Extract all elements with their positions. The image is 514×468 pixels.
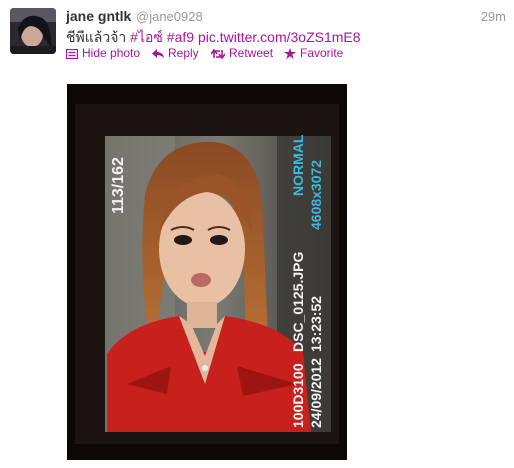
- quality-text: NORMAL: [290, 134, 306, 196]
- photo-link[interactable]: pic.twitter.com/3oZS1mE8: [198, 29, 361, 45]
- avatar[interactable]: [10, 8, 56, 54]
- retweet-label: Retweet: [229, 46, 274, 60]
- reply-button[interactable]: Reply: [152, 46, 199, 60]
- hashtag-link[interactable]: #ไอซ์: [130, 29, 163, 45]
- photo-icon: [65, 48, 79, 60]
- retweet-icon: [210, 48, 226, 60]
- capture-time-text: 13:23:52: [308, 296, 324, 352]
- user-fullname[interactable]: jane gntlk: [66, 8, 131, 24]
- reply-label: Reply: [168, 46, 199, 60]
- capture-date-text: 24/09/2012: [308, 358, 324, 428]
- avatar-image: [10, 8, 56, 54]
- resolution-text: 4608x3072: [308, 160, 324, 230]
- favorite-label: Favorite: [300, 46, 344, 60]
- camera-lcd-photo: 113/162 NORMAL 4608x3072 DSC_0125.JPG 13…: [67, 84, 347, 460]
- filename-text: DSC_0125.JPG: [290, 251, 306, 352]
- tweet: jane gntlk @jane0928 29m ชีพีแล้วจ้า #ไอ…: [0, 0, 514, 468]
- frame-count-text: 113/162: [110, 157, 127, 214]
- hashtag-link[interactable]: #af9: [167, 29, 194, 45]
- tweet-timestamp[interactable]: 29m: [481, 9, 506, 24]
- favorite-button[interactable]: Favorite: [284, 46, 343, 60]
- tweet-text-body: ชีพีแล้วจ้า: [66, 29, 131, 45]
- user-username[interactable]: @jane0928: [136, 9, 203, 24]
- hide-photo-button[interactable]: Hide photo: [65, 46, 141, 60]
- tweet-photo[interactable]: 113/162 NORMAL 4608x3072 DSC_0125.JPG 13…: [67, 84, 347, 460]
- hide-photo-label: Hide photo: [82, 46, 141, 60]
- folder-text: 100D3100: [290, 363, 306, 428]
- star-icon: [284, 48, 296, 59]
- tweet-header: jane gntlk @jane0928 29m: [66, 8, 506, 26]
- reply-icon: [152, 49, 164, 58]
- retweet-button[interactable]: Retweet: [210, 46, 274, 60]
